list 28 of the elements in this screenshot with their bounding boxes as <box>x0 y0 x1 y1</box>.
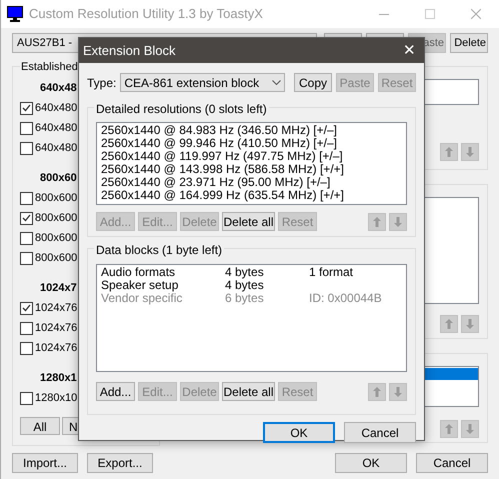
checkbox-label: 640x480 <box>35 120 78 136</box>
type-label: Type: <box>87 74 116 92</box>
block-name: Audio formats <box>101 266 176 279</box>
checkbox-label: 1280x10 <box>35 390 78 406</box>
checkbox-label: 800x600 <box>35 210 78 226</box>
resolution-heading: 640x48 <box>40 80 77 96</box>
checkbox-label: 640x480 <box>35 100 78 116</box>
checkbox-label: 1024x76 <box>35 340 78 356</box>
checkbox-label: 800x600 <box>35 250 78 266</box>
checkbox-label: 640x480 <box>35 140 78 156</box>
checkbox-label: 1024x76 <box>35 320 78 336</box>
window-title: Custom Resolution Utility 1.3 by ToastyX <box>29 5 263 24</box>
checkbox-label: 800x600 <box>35 190 78 206</box>
resolution-heading: 1024x7 <box>40 280 77 296</box>
block-size: 4 bytes <box>225 279 265 292</box>
dialog-title: Extension Block <box>83 42 176 60</box>
resolution-heading: 800x60 <box>40 170 77 186</box>
block-size: 4 bytes <box>225 266 265 279</box>
block-size: 6 bytes <box>225 292 265 305</box>
device-name: AUS27B1 - <box>17 36 72 51</box>
checkbox-label: 800x600 <box>35 230 78 246</box>
type-value: CEA-861 extension block <box>124 74 260 92</box>
resolution-heading: 1280x1 <box>40 370 77 386</box>
checkbox-label: 1024x76 <box>35 300 78 316</box>
block-info: 1 format <box>309 266 354 279</box>
block-name: Vendor specific <box>101 292 184 305</box>
block-info: ID: 0x00044B <box>309 292 383 305</box>
block-name: Speaker setup <box>101 279 180 292</box>
